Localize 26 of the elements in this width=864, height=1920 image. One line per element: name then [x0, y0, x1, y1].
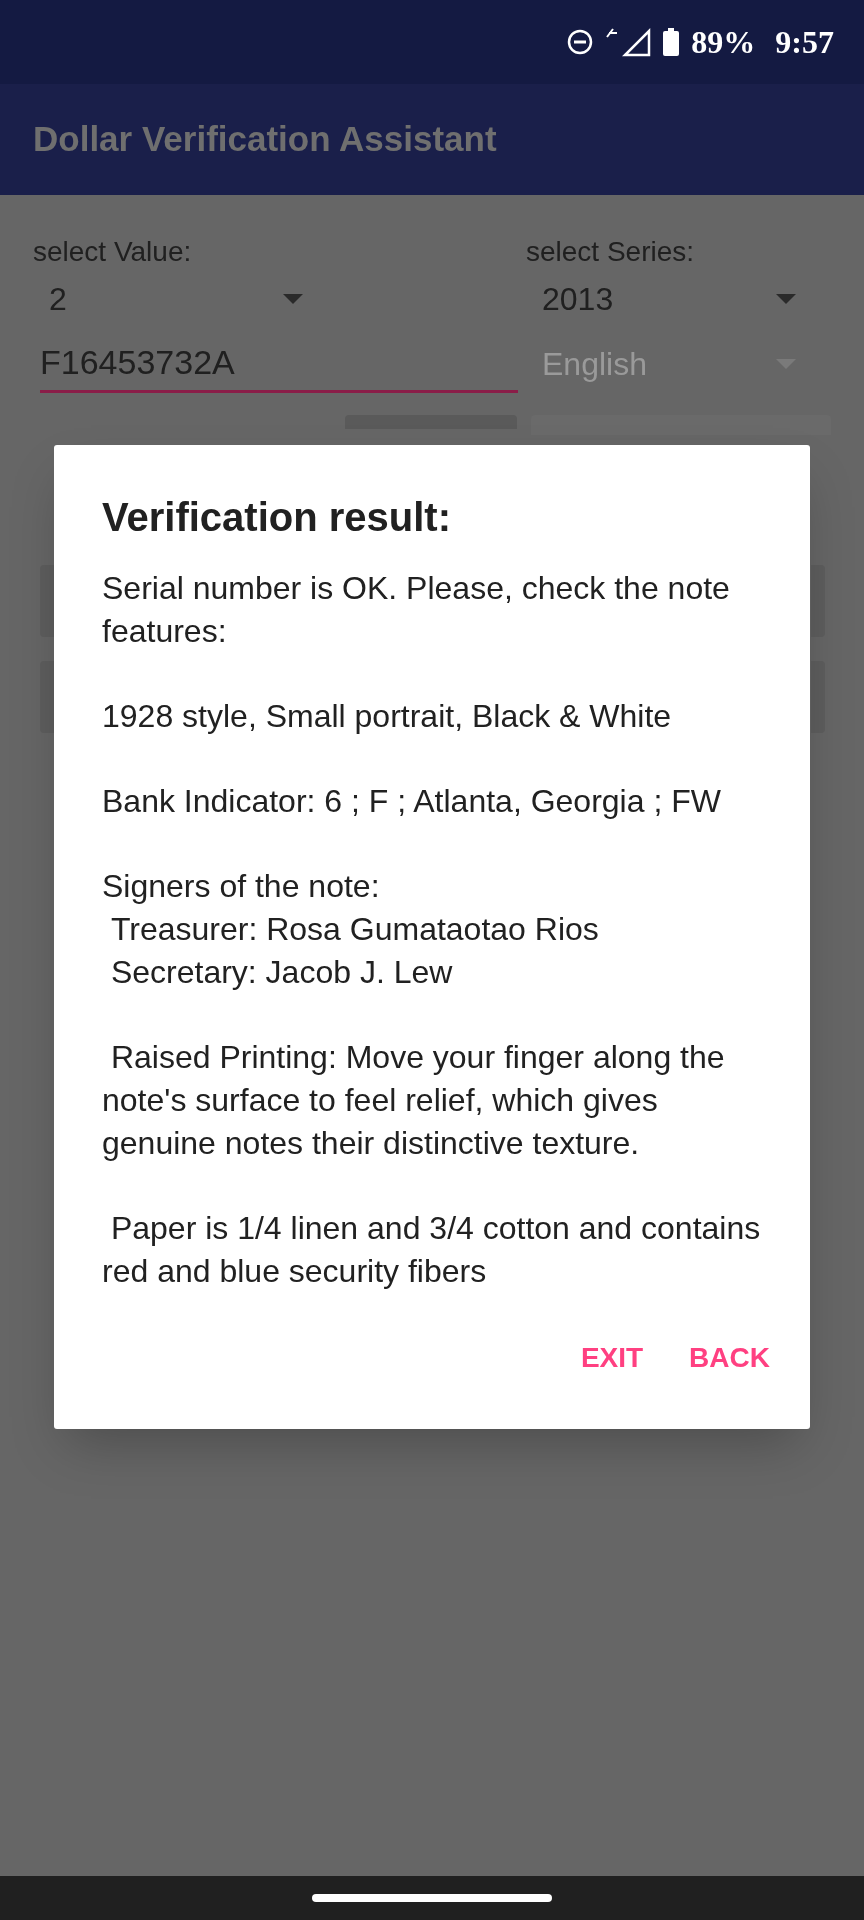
result-paragraph: Paper is 1/4 linen and 3/4 cotton and contains red and blue security fibers	[102, 1209, 762, 1291]
button-edge[interactable]	[811, 661, 825, 733]
result-paragraph: Signers of the note: Treasurer: Rosa Gumataotao Rios Secretary: Jacob J. Lew	[102, 867, 600, 992]
do-not-disturb-icon	[567, 29, 594, 55]
result-paragraph: Raised Printing: Move your finger along the note's surface to feel relief, which gives genuine notes their distinctive texture.	[102, 1038, 726, 1163]
dropdown-caret-icon	[776, 294, 796, 304]
value-label: select Value:	[33, 235, 193, 269]
result-paragraph: Bank Indicator: 6 ; F ; Atlanta, Georgia ; FW	[102, 782, 722, 821]
serial-number-field[interactable]: F16453732A	[40, 335, 518, 393]
series-dropdown[interactable]: 2013	[526, 273, 796, 325]
value-dropdown[interactable]: 2	[33, 273, 303, 325]
app-title: Dollar Verification Assistant	[33, 118, 497, 161]
dialog-button[interactable]: BACK	[673, 1327, 786, 1389]
result-paragraph: 1928 style, Small portrait, Black & White	[102, 697, 673, 736]
battery-icon	[663, 28, 680, 56]
dropdown-caret-icon	[283, 294, 303, 304]
button-edge[interactable]	[40, 661, 54, 733]
result-paragraph: Serial number is OK. Please, check the note features:	[102, 569, 731, 651]
button-edge[interactable]	[811, 565, 825, 637]
button-edge[interactable]	[40, 565, 54, 637]
dialog-title: Verification result:	[101, 494, 452, 541]
home-gesture-bar[interactable]	[312, 1894, 552, 1902]
clock-time: 9:57	[775, 23, 834, 62]
battery-percentage: 89%	[691, 23, 756, 62]
dialog-button[interactable]: EXIT	[564, 1327, 660, 1389]
series-label: select Series:	[526, 235, 696, 269]
